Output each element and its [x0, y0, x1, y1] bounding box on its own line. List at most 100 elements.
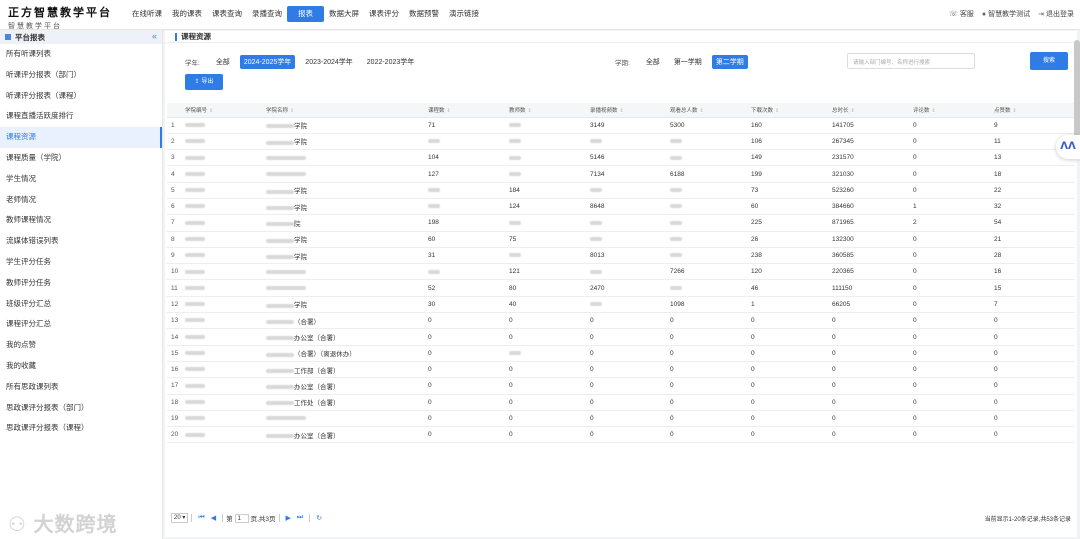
sidebar-item-8[interactable]: 教师课程情况: [0, 210, 162, 231]
year-option-1[interactable]: 2024-2025学年: [239, 55, 296, 69]
term-option-2[interactable]: 第二学期: [711, 55, 748, 69]
sidebar-item-11[interactable]: 教师评分任务: [0, 273, 162, 294]
table-row[interactable]: 8 学院 60 75 26 132300 0 21: [167, 231, 1075, 248]
sort-icon[interactable]: ⇕: [447, 108, 451, 114]
table-row[interactable]: 18 工作处（合署） 0 0 0 0 0 0 0 0: [167, 394, 1075, 411]
user-menu[interactable]: ● 智慧教学测试: [982, 9, 1030, 19]
cell-viewers: [668, 279, 749, 297]
column-header[interactable]: 评论数 ⇕: [911, 103, 992, 118]
sort-icon[interactable]: ⇕: [932, 108, 936, 114]
sidebar-item-16[interactable]: 所有思政课列表: [0, 377, 162, 398]
prev-page-icon[interactable]: ◀: [211, 514, 216, 522]
column-header[interactable]: 下载次数 ⇕: [749, 103, 830, 118]
column-header[interactable]: 总时长 ⇕: [830, 103, 911, 118]
column-header[interactable]: 教师数 ⇕: [507, 103, 588, 118]
sort-icon[interactable]: ⇕: [290, 108, 294, 114]
collapse-icon[interactable]: «: [152, 31, 157, 41]
column-header[interactable]: 观看总人数 ⇕: [668, 103, 749, 118]
table-row[interactable]: 2 学院 106 267345 0 11: [167, 133, 1075, 151]
sort-icon[interactable]: ⇕: [528, 108, 532, 114]
table-row[interactable]: 13 （合署） 0 0 0 0 0 0 0 0: [167, 312, 1075, 330]
first-page-icon[interactable]: ⏮: [198, 514, 204, 522]
assistant-float-button[interactable]: ᐱᐱ: [1056, 135, 1080, 159]
table-row[interactable]: 19 0 0 0 0 0 0 0 0: [167, 410, 1075, 428]
nav-item-0[interactable]: 在线听课: [127, 6, 167, 22]
sidebar-item-13[interactable]: 课程评分汇总: [0, 314, 162, 335]
export-button[interactable]: ⇪ 导出: [185, 74, 223, 90]
redacted-text: [509, 253, 521, 258]
sidebar-item-10[interactable]: 学生评分任务: [0, 252, 162, 273]
table-row[interactable]: 6 学院 124 8648 60 384660 1 32: [167, 198, 1075, 216]
cell-text: 28: [994, 252, 1002, 260]
last-page-icon[interactable]: ⏭: [297, 514, 303, 522]
cell-courses: 0: [426, 328, 507, 346]
nav-item-5[interactable]: 数据大屏: [324, 6, 364, 22]
nav-item-6[interactable]: 课表评分: [364, 6, 404, 22]
table-row[interactable]: 17 办公室（合署） 0 0 0 0 0 0 0 0: [167, 377, 1075, 395]
nav-item-8[interactable]: 演示链接: [444, 6, 484, 22]
table-row[interactable]: 9 学院 31 8013 238 360585 0 28: [167, 247, 1075, 265]
nav-item-2[interactable]: 课表查询: [207, 6, 247, 22]
year-option-2[interactable]: 2023-2024学年: [301, 55, 356, 69]
term-option-0[interactable]: 全部: [642, 55, 664, 69]
table-row[interactable]: 20 办公室（合署） 0 0 0 0 0 0 0 0: [167, 426, 1075, 444]
sidebar-item-2[interactable]: 听课评分报表（课程）: [0, 86, 162, 107]
sort-icon[interactable]: ⇕: [1013, 108, 1017, 114]
table-row[interactable]: 12 学院 30 40 1098 1 66205 0 7: [167, 296, 1075, 314]
nav-item-7[interactable]: 数据预警: [404, 6, 444, 22]
sidebar-item-0[interactable]: 所有听课列表: [0, 44, 162, 65]
nav-item-4[interactable]: 报表: [287, 6, 324, 22]
sidebar-item-6[interactable]: 学生情况: [0, 169, 162, 190]
sidebar-item-18[interactable]: 思政课评分报表（课程）: [0, 418, 162, 439]
year-option-3[interactable]: 2022-2023学年: [363, 55, 418, 69]
logout-link[interactable]: ⇥ 退出登录: [1038, 9, 1074, 19]
cell-text: 384660: [832, 203, 854, 211]
table-row[interactable]: 10 121 7266 120 220365 0 16: [167, 263, 1075, 281]
table-row[interactable]: 15 （合署）（离退休办） 0 0 0 0 0 0 0: [167, 345, 1075, 362]
page-size-select[interactable]: 20 ▾: [171, 513, 189, 523]
table-row[interactable]: 16 工作部（合署） 0 0 0 0 0 0 0 0: [167, 361, 1075, 379]
sidebar-item-7[interactable]: 老师情况: [0, 190, 162, 211]
vertical-scrollbar[interactable]: [1074, 40, 1080, 150]
sidebar-item-15[interactable]: 我的收藏: [0, 356, 162, 377]
sort-icon[interactable]: ⇕: [209, 108, 213, 114]
sidebar-item-3[interactable]: 课程直播活跃度排行: [0, 106, 162, 127]
table-row[interactable]: 7 院 198 225 871965 2 54: [167, 214, 1075, 232]
table-row[interactable]: 5 学院 184 73 523260 0 22: [167, 182, 1075, 199]
table-row[interactable]: 3 104 5146 149 231570 0 13: [167, 149, 1075, 167]
table-row[interactable]: 1 学院 71 3149 5300 160 141705 0 9: [167, 117, 1075, 134]
sidebar-item-1[interactable]: 听课评分报表（部门）: [0, 65, 162, 86]
table-row[interactable]: 11 52 80 2470 46 111150 0 15: [167, 279, 1075, 297]
sort-icon[interactable]: ⇕: [620, 108, 624, 114]
sidebar-item-5[interactable]: 课程质量（学院）: [0, 148, 162, 169]
row-index: 13: [167, 312, 183, 330]
search-button[interactable]: 搜索: [1030, 52, 1068, 70]
table-row[interactable]: 4 127 7134 6188 199 321030 0 18: [167, 165, 1075, 183]
sidebar-item-12[interactable]: 班级评分汇总: [0, 294, 162, 315]
column-header[interactable]: 点赞数 ⇕: [992, 103, 1075, 118]
refresh-icon[interactable]: ↻: [316, 514, 322, 522]
page-number-input[interactable]: 1: [234, 513, 249, 523]
sidebar-item-17[interactable]: 思政课评分报表（部门）: [0, 398, 162, 419]
table-row[interactable]: 14 办公室（合署） 0 0 0 0 0 0 0 0: [167, 328, 1075, 346]
sort-icon[interactable]: ⇕: [775, 108, 779, 114]
sort-icon[interactable]: ⇕: [851, 108, 855, 114]
nav-item-3[interactable]: 录播查询: [247, 6, 287, 22]
app-logo[interactable]: 正方智慧教学平台 智慧教学平台: [8, 4, 112, 31]
sidebar-item-14[interactable]: 我的点赞: [0, 335, 162, 356]
sidebar-item-9[interactable]: 流媒体错误列表: [0, 231, 162, 252]
column-header[interactable]: 学院编号 ⇕: [183, 103, 264, 118]
term-option-1[interactable]: 第一学期: [670, 55, 706, 69]
search-input[interactable]: 请输入部门编号、名称进行搜索: [847, 53, 975, 69]
column-header[interactable]: 录播视频数 ⇕: [588, 103, 668, 118]
service-link[interactable]: ☏ 客服: [949, 9, 974, 19]
cell-text: 231570: [832, 154, 854, 162]
sort-icon[interactable]: ⇕: [700, 108, 704, 114]
year-option-0[interactable]: 全部: [212, 55, 234, 69]
next-page-icon[interactable]: ▶: [286, 514, 291, 522]
column-header[interactable]: 学院名称 ⇕: [264, 103, 426, 118]
row-index: 1: [167, 117, 183, 134]
sidebar-item-4[interactable]: 课程资源: [0, 127, 162, 148]
nav-item-1[interactable]: 我的课表: [167, 6, 207, 22]
column-header[interactable]: 课程数 ⇕: [426, 103, 507, 118]
